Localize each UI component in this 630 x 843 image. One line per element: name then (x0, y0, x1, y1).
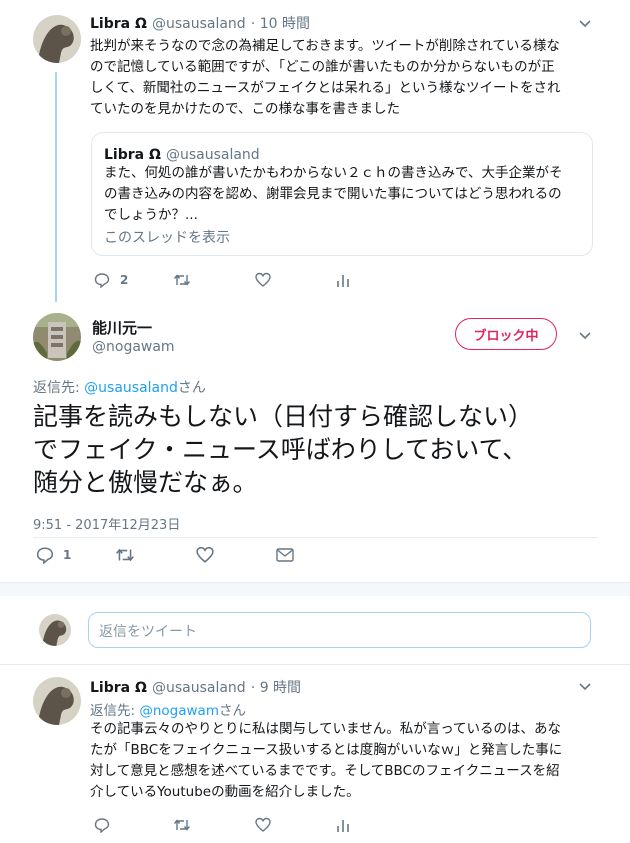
chevron-down-icon[interactable] (578, 16, 592, 30)
reply-icon[interactable] (94, 272, 110, 288)
author-name[interactable]: 能川元一 (92, 317, 152, 338)
retweet-icon[interactable] (115, 546, 135, 564)
tweet-timestamp[interactable]: 9:51 - 2017年12月23日 (33, 514, 180, 533)
quoted-tweet[interactable]: Libra Ω @usausaland また、何処の誰が書いたかもわからない２ｃ… (91, 132, 593, 256)
tweet-text: その記事云々のやりとりに私は関与していません。私が言っているのは、あな たが「B… (90, 721, 563, 800)
author-handle[interactable]: @usausaland (152, 16, 246, 32)
author-name[interactable]: Libra Ω (90, 680, 147, 696)
author-name[interactable]: Libra Ω (90, 16, 147, 32)
show-thread-link[interactable]: このスレッドを表示 (104, 227, 230, 247)
retweet-icon[interactable] (173, 272, 191, 288)
direct-message-icon[interactable] (276, 547, 294, 563)
avatar[interactable] (33, 15, 81, 63)
reply-icon[interactable] (94, 817, 110, 833)
tweet-time[interactable]: · 9 時間 (251, 680, 301, 696)
reply-count: 1 (63, 548, 72, 562)
analytics-icon[interactable] (336, 817, 350, 833)
avatar (39, 614, 71, 646)
quoted-tweet-text: また、何処の誰が書いたかもわからない２ｃｈの書き込みで、大手企業がそ の書き込み… (104, 165, 563, 223)
heart-icon[interactable] (255, 817, 271, 833)
reply-count: 2 (120, 273, 129, 287)
author-handle[interactable]: @nogawam (92, 339, 175, 355)
tweet-time[interactable]: · 10 時間 (251, 16, 310, 32)
section-divider (0, 582, 630, 596)
chevron-down-icon[interactable] (578, 679, 592, 693)
analytics-icon[interactable] (336, 272, 350, 288)
reply-icon[interactable] (36, 546, 54, 564)
author-handle[interactable]: @usausaland (152, 680, 246, 696)
avatar[interactable] (33, 677, 81, 725)
divider (33, 537, 598, 538)
reply-to-user-link[interactable]: @nogawam (139, 703, 219, 719)
blocked-button[interactable]: ブロック中 (455, 318, 557, 350)
reply-input[interactable]: 返信をツイート (88, 612, 591, 648)
avatar[interactable] (33, 313, 81, 361)
reply-to-line: 返信先: @usausalandさん (33, 380, 206, 396)
reply-to-line: 返信先: @nogawamさん (90, 703, 246, 719)
reply-to-user-link[interactable]: @usausaland (84, 380, 178, 396)
heart-icon[interactable] (255, 272, 271, 288)
tweet-text: 批判が来そうなので念の為補足しておきます。ツイートが削除されている様な ので記憶… (90, 38, 561, 117)
quoted-author-handle: @usausaland (165, 147, 260, 163)
heart-icon[interactable] (196, 546, 214, 564)
chevron-down-icon[interactable] (578, 328, 592, 342)
retweet-icon[interactable] (173, 817, 191, 833)
tweet-text: 記事を読みもしない（日付すら確認しない） でフェイク・ニュース呼ばわりしておいて… (33, 402, 534, 497)
thread-line (55, 72, 57, 302)
quoted-author-name: Libra Ω (104, 147, 161, 163)
divider (0, 664, 630, 665)
